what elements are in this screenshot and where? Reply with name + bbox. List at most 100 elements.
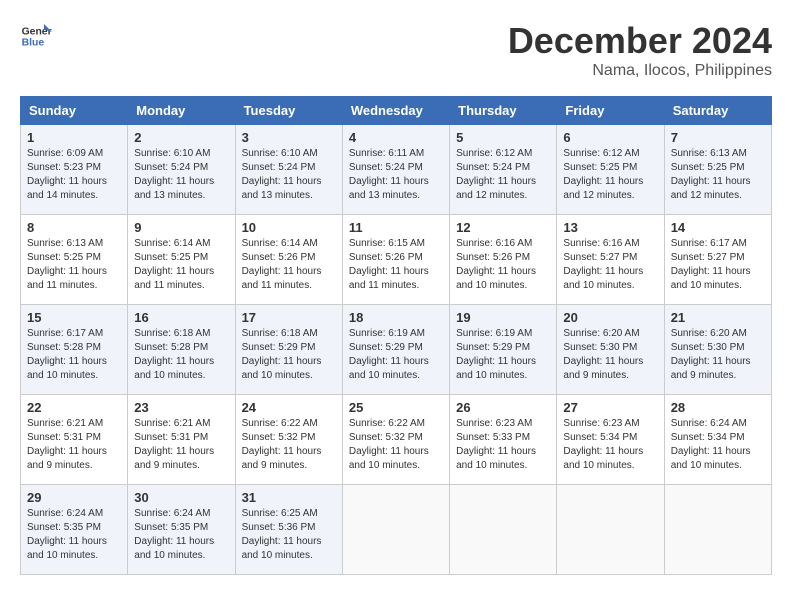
day-number: 10 (242, 220, 336, 235)
day-number: 31 (242, 490, 336, 505)
day-info: Sunrise: 6:16 AM Sunset: 5:26 PM Dayligh… (456, 237, 550, 293)
calendar-table: SundayMondayTuesdayWednesdayThursdayFrid… (20, 96, 772, 575)
col-header-saturday: Saturday (664, 97, 771, 125)
day-info: Sunrise: 6:10 AM Sunset: 5:24 PM Dayligh… (242, 147, 336, 203)
day-number: 26 (456, 400, 550, 415)
day-number: 24 (242, 400, 336, 415)
day-number: 8 (27, 220, 121, 235)
day-info: Sunrise: 6:13 AM Sunset: 5:25 PM Dayligh… (671, 147, 765, 203)
calendar-cell: 9 Sunrise: 6:14 AM Sunset: 5:25 PM Daylig… (128, 215, 235, 305)
day-info: Sunrise: 6:11 AM Sunset: 5:24 PM Dayligh… (349, 147, 443, 203)
day-info: Sunrise: 6:17 AM Sunset: 5:27 PM Dayligh… (671, 237, 765, 293)
day-info: Sunrise: 6:23 AM Sunset: 5:33 PM Dayligh… (456, 417, 550, 473)
calendar-cell: 31 Sunrise: 6:25 AM Sunset: 5:36 PM Dayli… (235, 485, 342, 575)
month-title: December 2024 (508, 20, 772, 62)
calendar-cell: 28Sunrise: 6:24 AM Sunset: 5:34 PM Dayli… (664, 395, 771, 485)
calendar-cell: 7Sunrise: 6:13 AM Sunset: 5:25 PM Daylig… (664, 125, 771, 215)
calendar-cell: 6 Sunrise: 6:12 AM Sunset: 5:25 PM Daylig… (557, 125, 664, 215)
calendar-cell: 15Sunrise: 6:17 AM Sunset: 5:28 PM Dayli… (21, 305, 128, 395)
calendar-cell: 25 Sunrise: 6:22 AM Sunset: 5:32 PM Dayli… (342, 395, 449, 485)
day-number: 1 (27, 130, 121, 145)
day-number: 6 (563, 130, 657, 145)
day-number: 23 (134, 400, 228, 415)
day-info: Sunrise: 6:24 AM Sunset: 5:35 PM Dayligh… (27, 507, 121, 563)
calendar-cell (450, 485, 557, 575)
day-number: 13 (563, 220, 657, 235)
day-number: 9 (134, 220, 228, 235)
day-info: Sunrise: 6:10 AM Sunset: 5:24 PM Dayligh… (134, 147, 228, 203)
header-row: SundayMondayTuesdayWednesdayThursdayFrid… (21, 97, 772, 125)
day-info: Sunrise: 6:12 AM Sunset: 5:25 PM Dayligh… (563, 147, 657, 203)
day-info: Sunrise: 6:16 AM Sunset: 5:27 PM Dayligh… (563, 237, 657, 293)
day-number: 3 (242, 130, 336, 145)
calendar-cell: 22 Sunrise: 6:21 AM Sunset: 5:31 PM Dayli… (21, 395, 128, 485)
day-number: 20 (563, 310, 657, 325)
day-number: 25 (349, 400, 443, 415)
day-info: Sunrise: 6:14 AM Sunset: 5:25 PM Dayligh… (134, 237, 228, 293)
day-number: 21 (671, 310, 765, 325)
calendar-cell: 3 Sunrise: 6:10 AM Sunset: 5:24 PM Daylig… (235, 125, 342, 215)
calendar-cell: 30 Sunrise: 6:24 AM Sunset: 5:35 PM Dayli… (128, 485, 235, 575)
calendar-cell (557, 485, 664, 575)
title-block: December 2024 Nama, Ilocos, Philippines (508, 20, 772, 80)
day-number: 2 (134, 130, 228, 145)
day-info: Sunrise: 6:19 AM Sunset: 5:29 PM Dayligh… (456, 327, 550, 383)
day-number: 11 (349, 220, 443, 235)
day-info: Sunrise: 6:19 AM Sunset: 5:29 PM Dayligh… (349, 327, 443, 383)
calendar-cell: 5 Sunrise: 6:12 AM Sunset: 5:24 PM Daylig… (450, 125, 557, 215)
page-header: General Blue December 2024 Nama, Ilocos,… (20, 20, 772, 80)
calendar-cell: 27Sunrise: 6:23 AM Sunset: 5:34 PM Dayli… (557, 395, 664, 485)
day-info: Sunrise: 6:24 AM Sunset: 5:35 PM Dayligh… (134, 507, 228, 563)
day-number: 4 (349, 130, 443, 145)
calendar-cell: 23 Sunrise: 6:21 AM Sunset: 5:31 PM Dayli… (128, 395, 235, 485)
day-number: 5 (456, 130, 550, 145)
day-number: 22 (27, 400, 121, 415)
day-info: Sunrise: 6:12 AM Sunset: 5:24 PM Dayligh… (456, 147, 550, 203)
day-info: Sunrise: 6:21 AM Sunset: 5:31 PM Dayligh… (134, 417, 228, 473)
day-info: Sunrise: 6:20 AM Sunset: 5:30 PM Dayligh… (671, 327, 765, 383)
day-number: 30 (134, 490, 228, 505)
calendar-cell: 11 Sunrise: 6:15 AM Sunset: 5:26 PM Dayli… (342, 215, 449, 305)
day-number: 19 (456, 310, 550, 325)
day-number: 16 (134, 310, 228, 325)
calendar-cell: 24Sunrise: 6:22 AM Sunset: 5:32 PM Dayli… (235, 395, 342, 485)
day-info: Sunrise: 6:23 AM Sunset: 5:34 PM Dayligh… (563, 417, 657, 473)
calendar-cell: 12 Sunrise: 6:16 AM Sunset: 5:26 PM Dayli… (450, 215, 557, 305)
calendar-cell: 14 Sunrise: 6:17 AM Sunset: 5:27 PM Dayli… (664, 215, 771, 305)
day-info: Sunrise: 6:21 AM Sunset: 5:31 PM Dayligh… (27, 417, 121, 473)
day-info: Sunrise: 6:09 AM Sunset: 5:23 PM Dayligh… (27, 147, 121, 203)
day-info: Sunrise: 6:13 AM Sunset: 5:25 PM Dayligh… (27, 237, 121, 293)
calendar-cell: 10 Sunrise: 6:14 AM Sunset: 5:26 PM Dayli… (235, 215, 342, 305)
week-row-2: 8 Sunrise: 6:13 AM Sunset: 5:25 PM Daylig… (21, 215, 772, 305)
svg-text:Blue: Blue (22, 38, 45, 49)
col-header-sunday: Sunday (21, 97, 128, 125)
col-header-tuesday: Tuesday (235, 97, 342, 125)
calendar-cell (342, 485, 449, 575)
day-number: 29 (27, 490, 121, 505)
calendar-cell: 2 Sunrise: 6:10 AM Sunset: 5:24 PM Daylig… (128, 125, 235, 215)
week-row-5: 29 Sunrise: 6:24 AM Sunset: 5:35 PM Dayli… (21, 485, 772, 575)
day-number: 14 (671, 220, 765, 235)
week-row-1: 1 Sunrise: 6:09 AM Sunset: 5:23 PM Daylig… (21, 125, 772, 215)
day-number: 12 (456, 220, 550, 235)
day-info: Sunrise: 6:14 AM Sunset: 5:26 PM Dayligh… (242, 237, 336, 293)
col-header-thursday: Thursday (450, 97, 557, 125)
logo-icon: General Blue (20, 20, 52, 52)
col-header-monday: Monday (128, 97, 235, 125)
logo: General Blue (20, 20, 52, 52)
day-info: Sunrise: 6:18 AM Sunset: 5:28 PM Dayligh… (134, 327, 228, 383)
day-info: Sunrise: 6:22 AM Sunset: 5:32 PM Dayligh… (349, 417, 443, 473)
week-row-3: 15Sunrise: 6:17 AM Sunset: 5:28 PM Dayli… (21, 305, 772, 395)
calendar-cell: 1 Sunrise: 6:09 AM Sunset: 5:23 PM Daylig… (21, 125, 128, 215)
calendar-cell (664, 485, 771, 575)
day-number: 18 (349, 310, 443, 325)
day-info: Sunrise: 6:15 AM Sunset: 5:26 PM Dayligh… (349, 237, 443, 293)
day-info: Sunrise: 6:18 AM Sunset: 5:29 PM Dayligh… (242, 327, 336, 383)
week-row-4: 22 Sunrise: 6:21 AM Sunset: 5:31 PM Dayli… (21, 395, 772, 485)
day-info: Sunrise: 6:25 AM Sunset: 5:36 PM Dayligh… (242, 507, 336, 563)
col-header-friday: Friday (557, 97, 664, 125)
calendar-cell: 29 Sunrise: 6:24 AM Sunset: 5:35 PM Dayli… (21, 485, 128, 575)
calendar-cell: 8 Sunrise: 6:13 AM Sunset: 5:25 PM Daylig… (21, 215, 128, 305)
day-number: 17 (242, 310, 336, 325)
calendar-cell: 21 Sunrise: 6:20 AM Sunset: 5:30 PM Dayli… (664, 305, 771, 395)
